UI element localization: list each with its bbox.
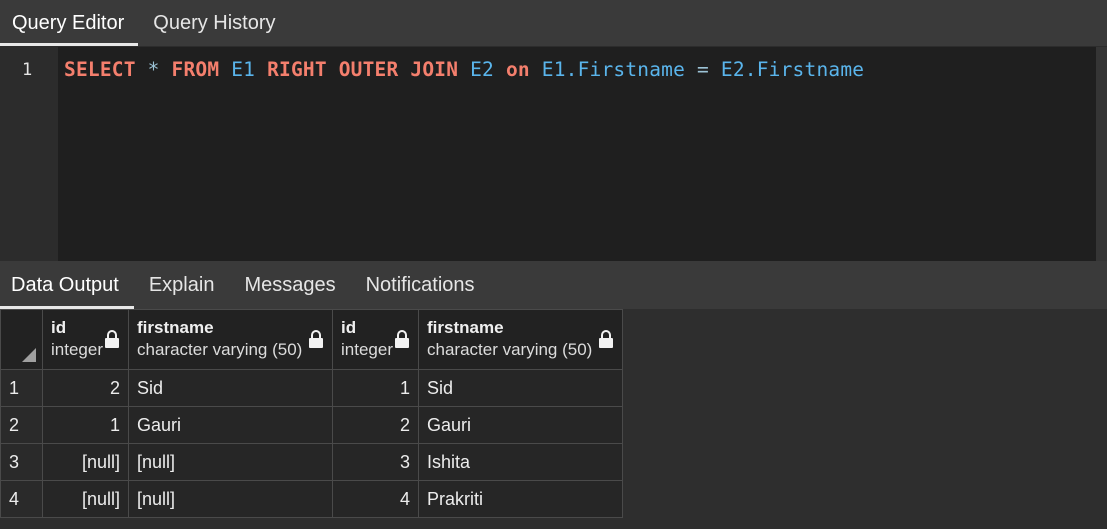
lock-icon bbox=[599, 330, 613, 348]
keyword-join: JOIN bbox=[410, 58, 459, 81]
keyword-on: on bbox=[505, 58, 530, 81]
cell-id-null[interactable]: [null] bbox=[42, 443, 129, 481]
table-row[interactable]: 3 [null] [null] 3 Ishita bbox=[0, 443, 623, 481]
line-number: 1 bbox=[22, 60, 33, 80]
select-all-corner-icon bbox=[22, 348, 36, 362]
cell-firstname[interactable]: Gauri bbox=[418, 406, 623, 444]
cell-firstname[interactable]: Ishita bbox=[418, 443, 623, 481]
cell-firstname[interactable]: Prakriti bbox=[418, 480, 623, 518]
cell-firstname-null[interactable]: [null] bbox=[128, 443, 333, 481]
keyword-right: RIGHT bbox=[267, 58, 327, 81]
cell-id-null[interactable]: [null] bbox=[42, 480, 129, 518]
editor-tab-bar: Query Editor Query History bbox=[0, 0, 1107, 47]
cell-firstname[interactable]: Sid bbox=[128, 369, 333, 407]
tab-explain[interactable]: Explain bbox=[134, 261, 230, 309]
cell-id[interactable]: 1 bbox=[332, 369, 419, 407]
cell-id[interactable]: 3 bbox=[332, 443, 419, 481]
column-name: firstname bbox=[137, 318, 214, 337]
tab-query-history[interactable]: Query History bbox=[138, 0, 290, 46]
column-name: firstname bbox=[427, 318, 504, 337]
cell-id[interactable]: 4 bbox=[332, 480, 419, 518]
cell-firstname[interactable]: Sid bbox=[418, 369, 623, 407]
row-number[interactable]: 1 bbox=[0, 369, 43, 407]
column-header-id-2[interactable]: id integer bbox=[332, 309, 419, 370]
cell-firstname-null[interactable]: [null] bbox=[128, 480, 333, 518]
row-number[interactable]: 4 bbox=[0, 480, 43, 518]
lock-icon bbox=[309, 330, 323, 348]
line-number-gutter: 1 bbox=[0, 47, 58, 261]
column-type: character varying (50) bbox=[137, 340, 303, 359]
operator-equals: = bbox=[697, 58, 709, 81]
keyword-from: FROM bbox=[171, 58, 220, 81]
row-number[interactable]: 2 bbox=[0, 406, 43, 444]
table-row[interactable]: 1 2 Sid 1 Sid bbox=[0, 369, 623, 407]
keyword-select: SELECT bbox=[64, 58, 136, 81]
code-area[interactable]: SELECT * FROM E1 RIGHT OUTER JOIN E2 on … bbox=[58, 47, 1107, 261]
tab-messages[interactable]: Messages bbox=[229, 261, 350, 309]
results-grid-area: id integer firstname character varying (… bbox=[0, 309, 1107, 529]
table-row[interactable]: 4 [null] [null] 4 Prakriti bbox=[0, 480, 623, 518]
cell-id[interactable]: 1 bbox=[42, 406, 129, 444]
lock-icon bbox=[105, 330, 119, 348]
cell-id[interactable]: 2 bbox=[332, 406, 419, 444]
output-tab-bar: Data Output Explain Messages Notificatio… bbox=[0, 261, 1107, 309]
tab-notifications[interactable]: Notifications bbox=[351, 261, 490, 309]
select-all-corner[interactable] bbox=[0, 309, 43, 370]
cell-id[interactable]: 2 bbox=[42, 369, 129, 407]
table-row[interactable]: 2 1 Gauri 2 Gauri bbox=[0, 406, 623, 444]
operator-star: * bbox=[147, 58, 160, 81]
column-header-id-1[interactable]: id integer bbox=[42, 309, 129, 370]
column-e2-firstname: E2.Firstname bbox=[720, 58, 865, 81]
cell-firstname[interactable]: Gauri bbox=[128, 406, 333, 444]
column-type: character varying (50) bbox=[427, 340, 593, 359]
keyword-outer: OUTER bbox=[338, 58, 399, 81]
tab-data-output[interactable]: Data Output bbox=[0, 261, 134, 309]
column-e1-firstname: E1.Firstname bbox=[541, 58, 686, 81]
header-row: id integer firstname character varying (… bbox=[0, 309, 623, 370]
sql-editor[interactable]: 1 SELECT * FROM E1 RIGHT OUTER JOIN E2 o… bbox=[0, 47, 1107, 261]
tab-query-editor[interactable]: Query Editor bbox=[0, 0, 139, 46]
lock-icon bbox=[395, 330, 409, 348]
column-header-firstname-2[interactable]: firstname character varying (50) bbox=[418, 309, 623, 370]
row-number[interactable]: 3 bbox=[0, 443, 43, 481]
table-e2: E2 bbox=[470, 58, 494, 81]
column-header-firstname-1[interactable]: firstname character varying (50) bbox=[128, 309, 333, 370]
results-table: id integer firstname character varying (… bbox=[0, 309, 623, 518]
code-line[interactable]: SELECT * FROM E1 RIGHT OUTER JOIN E2 on … bbox=[64, 58, 864, 81]
table-e1: E1 bbox=[231, 58, 256, 81]
